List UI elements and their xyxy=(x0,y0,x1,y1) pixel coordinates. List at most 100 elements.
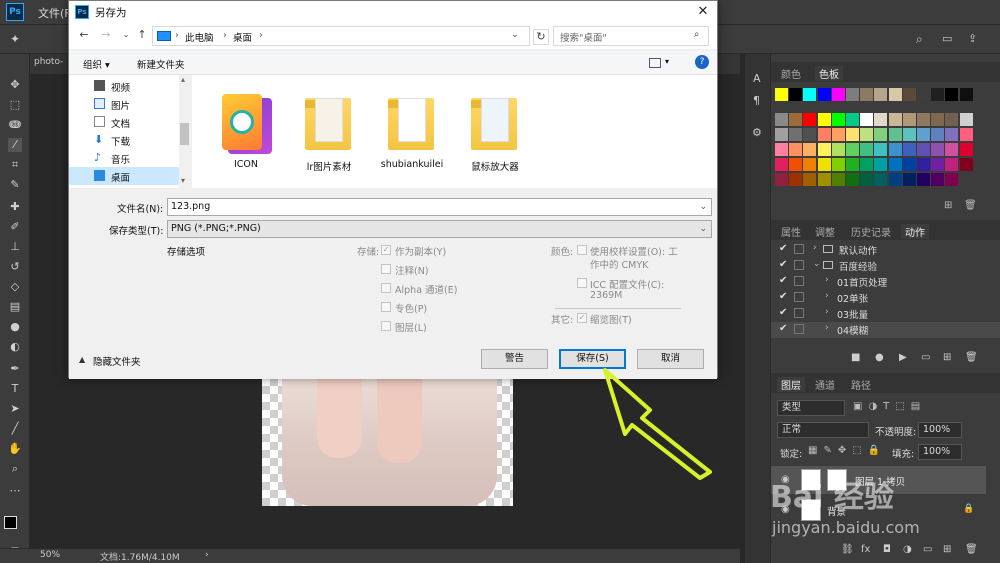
document-tab[interactable]: photo- xyxy=(34,57,63,67)
checkbox-spot[interactable] xyxy=(381,302,391,312)
swatch[interactable] xyxy=(917,143,930,156)
swatch[interactable] xyxy=(860,143,874,156)
chevron-down-icon[interactable]: ⌄ xyxy=(699,221,707,237)
checkbox-as-copy[interactable]: ✓ xyxy=(381,245,391,255)
checkbox-thumbnail[interactable]: ✓ xyxy=(577,313,587,323)
tab-color[interactable]: 颜色 xyxy=(781,66,801,81)
dodge-icon[interactable]: ◐ xyxy=(8,340,22,354)
swatch[interactable] xyxy=(831,173,845,186)
swatch[interactable] xyxy=(846,128,859,141)
swatch[interactable] xyxy=(917,88,930,101)
hide-folders-toggle[interactable]: 隐藏文件夹 xyxy=(93,354,141,368)
nav-item-videos[interactable]: 视频 xyxy=(69,77,179,95)
swatch[interactable] xyxy=(789,88,803,101)
swatch[interactable] xyxy=(846,173,859,186)
chevron-right-icon[interactable]: › xyxy=(175,30,179,41)
checkbox-icc[interactable] xyxy=(577,278,587,288)
swatch[interactable] xyxy=(917,113,930,126)
swatch[interactable] xyxy=(931,158,945,171)
swatch[interactable] xyxy=(931,88,945,101)
magic-wand-icon[interactable]: ⁄ xyxy=(8,138,22,152)
action-set-row[interactable]: ✔ ⌄ 百度经验 xyxy=(771,258,1000,274)
action-row-selected[interactable]: ✔ › 04模糊 xyxy=(771,322,1000,338)
swatch[interactable] xyxy=(860,113,874,126)
lasso-icon[interactable]: ↈ xyxy=(8,118,22,132)
chevron-right-icon[interactable]: › xyxy=(259,30,263,41)
swatch[interactable] xyxy=(817,173,831,186)
swatch[interactable] xyxy=(775,113,788,126)
swatch[interactable] xyxy=(917,158,930,171)
search-icon[interactable]: ⌕ xyxy=(694,29,699,40)
heal-icon[interactable]: ✚ xyxy=(8,200,22,214)
swatch[interactable] xyxy=(846,143,859,156)
swatch[interactable] xyxy=(874,128,888,141)
back-icon[interactable]: ← xyxy=(77,28,91,42)
crop-icon[interactable]: ⌗ xyxy=(8,158,22,172)
swatch[interactable] xyxy=(945,143,959,156)
foreground-color[interactable] xyxy=(4,516,17,529)
swatch[interactable] xyxy=(874,143,888,156)
swatch[interactable] xyxy=(902,173,916,186)
swatch[interactable] xyxy=(888,113,902,126)
swatch[interactable] xyxy=(902,128,916,141)
swatch[interactable] xyxy=(917,173,930,186)
more-icon[interactable]: ⋯ xyxy=(8,484,22,498)
new-set-icon[interactable]: ▭ xyxy=(921,352,930,363)
swatch[interactable] xyxy=(945,173,959,186)
address-bar[interactable]: › 此电脑 › 桌面 › ⌄ xyxy=(152,26,530,46)
action-row[interactable]: ✔ › 02单张 xyxy=(771,290,1000,306)
swatch[interactable] xyxy=(860,128,874,141)
swatch[interactable] xyxy=(775,143,788,156)
chevron-right-icon[interactable]: › xyxy=(813,243,817,253)
swatch[interactable] xyxy=(803,88,817,101)
nav-item-desktop[interactable]: 桌面 xyxy=(69,167,179,185)
warning-button[interactable]: 警告 xyxy=(481,349,548,369)
swatch[interactable] xyxy=(959,113,973,126)
file-item[interactable]: shubiankuilei xyxy=(372,85,452,185)
file-item[interactable]: lr图片素材 xyxy=(289,85,369,185)
magic-wand-icon[interactable]: ✦ xyxy=(10,32,20,46)
swatch[interactable] xyxy=(959,143,973,156)
help-icon[interactable]: ? xyxy=(695,55,709,69)
swatch[interactable] xyxy=(902,143,916,156)
view-icon[interactable] xyxy=(649,58,661,68)
eraser-icon[interactable]: ◇ xyxy=(8,280,22,294)
swatch[interactable] xyxy=(945,128,959,141)
path-select-icon[interactable]: ➤ xyxy=(8,402,22,416)
file-item[interactable]: 鼠标放大器 xyxy=(455,85,535,185)
swatch[interactable] xyxy=(817,143,831,156)
brush-icon[interactable]: ✐ xyxy=(8,220,22,234)
swatch[interactable] xyxy=(917,128,930,141)
swatch[interactable] xyxy=(888,128,902,141)
stop-icon[interactable]: ■ xyxy=(851,352,860,363)
scroll-up-icon[interactable]: ▴ xyxy=(181,75,185,84)
checkbox-proof[interactable] xyxy=(577,245,587,255)
type-icon[interactable]: T xyxy=(8,382,22,396)
tools-preset-icon[interactable]: ⚙ xyxy=(752,126,762,139)
check-icon[interactable]: ✔ xyxy=(779,307,787,318)
chevron-right-icon[interactable]: › xyxy=(825,323,829,333)
tab-channels[interactable]: 通道 xyxy=(815,377,835,392)
tab-history[interactable]: 历史记录 xyxy=(851,224,891,239)
swatch[interactable] xyxy=(874,158,888,171)
layer-filter-icons[interactable]: ▣◑T⬚▤ xyxy=(853,401,926,412)
swatch[interactable] xyxy=(931,173,945,186)
record-icon[interactable]: ● xyxy=(875,352,884,363)
pen-icon[interactable]: ✒ xyxy=(8,362,22,376)
new-swatch-icon[interactable]: ⊞ xyxy=(944,200,952,211)
swatch[interactable] xyxy=(817,113,831,126)
swatch[interactable] xyxy=(860,88,874,101)
dialog-toggle[interactable] xyxy=(794,308,804,318)
scroll-down-icon[interactable]: ▾ xyxy=(181,176,185,185)
swatch[interactable] xyxy=(959,158,973,171)
chevron-down-icon[interactable]: ⌄ xyxy=(813,259,821,269)
swatch[interactable] xyxy=(789,113,803,126)
swatch[interactable] xyxy=(789,173,803,186)
chevron-down-icon[interactable]: ⌄ xyxy=(119,28,133,42)
swatch[interactable] xyxy=(874,88,888,101)
zoom-icon[interactable]: ⌕ xyxy=(8,462,22,476)
tab-swatches[interactable]: 色板 xyxy=(815,66,843,81)
action-row[interactable]: ✔ › 01首页处理 xyxy=(771,274,1000,290)
swatch[interactable] xyxy=(902,113,916,126)
search-box[interactable]: 搜索"桌面" ⌕ xyxy=(553,26,709,46)
